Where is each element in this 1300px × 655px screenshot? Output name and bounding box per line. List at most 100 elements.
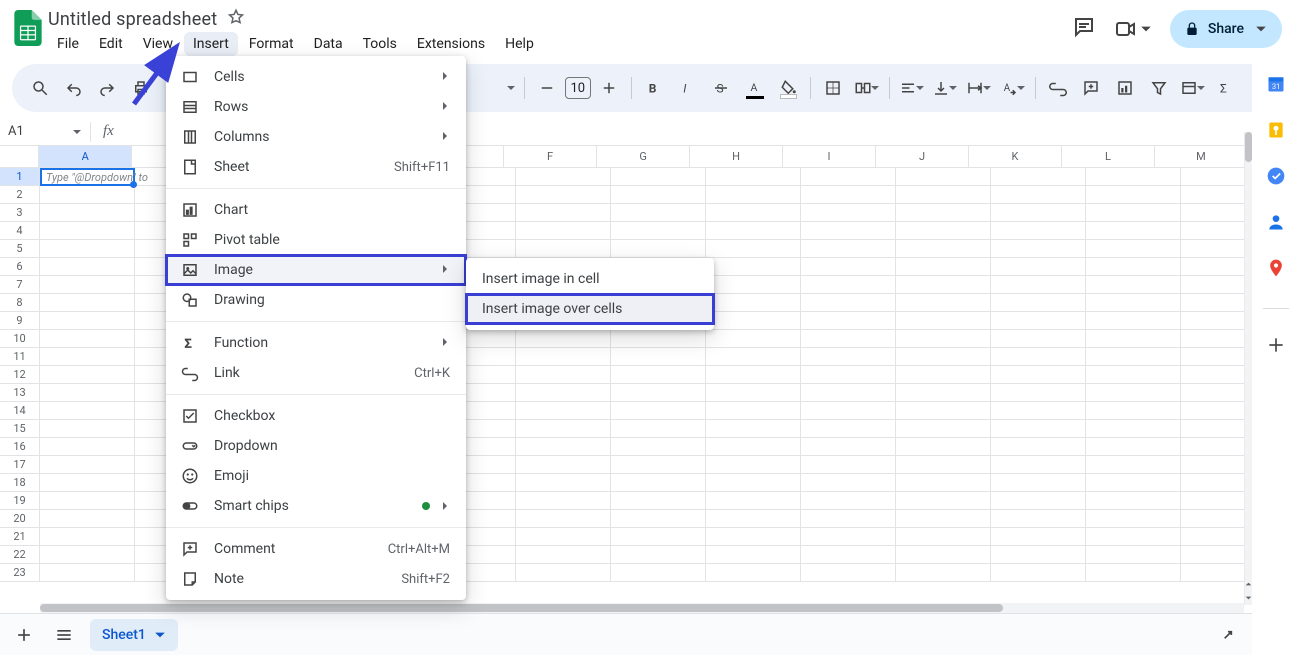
row-header-14[interactable]: 14 — [0, 402, 40, 420]
borders-icon[interactable] — [819, 74, 847, 102]
cell[interactable] — [801, 564, 896, 582]
undo-icon[interactable] — [60, 74, 88, 102]
cell[interactable] — [801, 420, 896, 438]
contacts-icon[interactable] — [1266, 212, 1286, 236]
cell[interactable] — [801, 204, 896, 222]
cell[interactable] — [40, 420, 135, 438]
cell[interactable] — [801, 186, 896, 204]
cell[interactable] — [40, 348, 135, 366]
cell[interactable] — [991, 312, 1086, 330]
cell[interactable] — [1086, 438, 1181, 456]
text-wrap-icon[interactable] — [965, 74, 993, 102]
row-header-11[interactable]: 11 — [0, 348, 40, 366]
cell[interactable] — [991, 474, 1086, 492]
tasks-icon[interactable] — [1266, 166, 1286, 190]
cell[interactable] — [896, 528, 991, 546]
cell[interactable] — [1086, 294, 1181, 312]
cell[interactable] — [706, 438, 801, 456]
column-header-L[interactable]: L — [1062, 146, 1155, 167]
insert-image-over-cells[interactable]: Insert image over cells — [466, 294, 714, 324]
cell[interactable] — [801, 402, 896, 420]
bold-icon[interactable]: B — [640, 74, 668, 102]
insert-dropdown[interactable]: Dropdown — [166, 431, 466, 461]
cell[interactable] — [1086, 204, 1181, 222]
cell[interactable] — [991, 510, 1086, 528]
cell[interactable] — [801, 168, 896, 186]
insert-comment-icon[interactable] — [1078, 74, 1106, 102]
row-header-23[interactable]: 23 — [0, 564, 40, 582]
insert-pivot-table[interactable]: Pivot table — [166, 225, 466, 255]
cell[interactable] — [896, 366, 991, 384]
insert-image-in-cell[interactable]: Insert image in cell — [466, 264, 714, 294]
cell[interactable] — [1086, 348, 1181, 366]
cell[interactable] — [1086, 222, 1181, 240]
calendar-icon[interactable]: 31 — [1266, 74, 1286, 98]
cell[interactable] — [40, 456, 135, 474]
cell[interactable] — [1086, 564, 1181, 582]
functions-icon[interactable]: Σ — [1212, 74, 1240, 102]
fill-color-icon[interactable] — [775, 74, 803, 102]
row-header-4[interactable]: 4 — [0, 222, 40, 240]
cell[interactable] — [40, 240, 135, 258]
menu-extensions[interactable]: Extensions — [408, 32, 494, 56]
cell[interactable] — [706, 420, 801, 438]
cell[interactable] — [801, 510, 896, 528]
cell[interactable] — [611, 168, 706, 186]
redo-icon[interactable] — [93, 74, 121, 102]
cell[interactable] — [40, 204, 135, 222]
cell[interactable] — [1086, 366, 1181, 384]
cell[interactable] — [611, 348, 706, 366]
cell[interactable] — [801, 222, 896, 240]
cell[interactable] — [611, 366, 706, 384]
cell[interactable] — [706, 258, 801, 276]
row-header-10[interactable]: 10 — [0, 330, 40, 348]
cell[interactable] — [991, 330, 1086, 348]
sheet-tab-1[interactable]: Sheet1 — [90, 619, 178, 651]
cell[interactable] — [611, 510, 706, 528]
cell[interactable] — [896, 492, 991, 510]
cell[interactable] — [516, 492, 611, 510]
cell[interactable] — [801, 528, 896, 546]
cell[interactable] — [611, 438, 706, 456]
cell[interactable] — [516, 222, 611, 240]
cell[interactable] — [40, 366, 135, 384]
insert-link[interactable]: Link Ctrl+K — [166, 358, 466, 388]
cell[interactable] — [1086, 474, 1181, 492]
cell[interactable] — [40, 492, 135, 510]
cell[interactable] — [706, 384, 801, 402]
cell[interactable] — [991, 366, 1086, 384]
insert-chart-icon[interactable] — [1111, 74, 1139, 102]
text-rotation-icon[interactable]: A — [999, 74, 1027, 102]
cell[interactable] — [1086, 402, 1181, 420]
cell[interactable] — [1086, 546, 1181, 564]
search-menus-icon[interactable] — [26, 74, 54, 102]
cell[interactable] — [896, 204, 991, 222]
cell[interactable] — [801, 546, 896, 564]
insert-chart[interactable]: Chart — [166, 195, 466, 225]
cell[interactable] — [991, 222, 1086, 240]
cell[interactable] — [706, 186, 801, 204]
increase-font-size-icon[interactable] — [595, 74, 623, 102]
cell[interactable] — [40, 510, 135, 528]
cell[interactable] — [801, 492, 896, 510]
column-header-J[interactable]: J — [876, 146, 969, 167]
cell[interactable] — [991, 564, 1086, 582]
cell[interactable] — [40, 186, 135, 204]
star-icon[interactable] — [227, 8, 245, 30]
insert-smart-chips[interactable]: Smart chips — [166, 491, 466, 521]
row-header-2[interactable]: 2 — [0, 186, 40, 204]
cell[interactable] — [706, 294, 801, 312]
cell[interactable] — [991, 348, 1086, 366]
cell[interactable] — [801, 366, 896, 384]
row-header-20[interactable]: 20 — [0, 510, 40, 528]
row-header-9[interactable]: 9 — [0, 312, 40, 330]
cell[interactable] — [1086, 492, 1181, 510]
insert-note[interactable]: Note Shift+F2 — [166, 564, 466, 594]
row-header-12[interactable]: 12 — [0, 366, 40, 384]
menu-help[interactable]: Help — [496, 32, 543, 56]
cell[interactable] — [611, 330, 706, 348]
cell[interactable] — [991, 276, 1086, 294]
cell[interactable] — [896, 474, 991, 492]
cell[interactable] — [516, 546, 611, 564]
cell[interactable] — [896, 312, 991, 330]
